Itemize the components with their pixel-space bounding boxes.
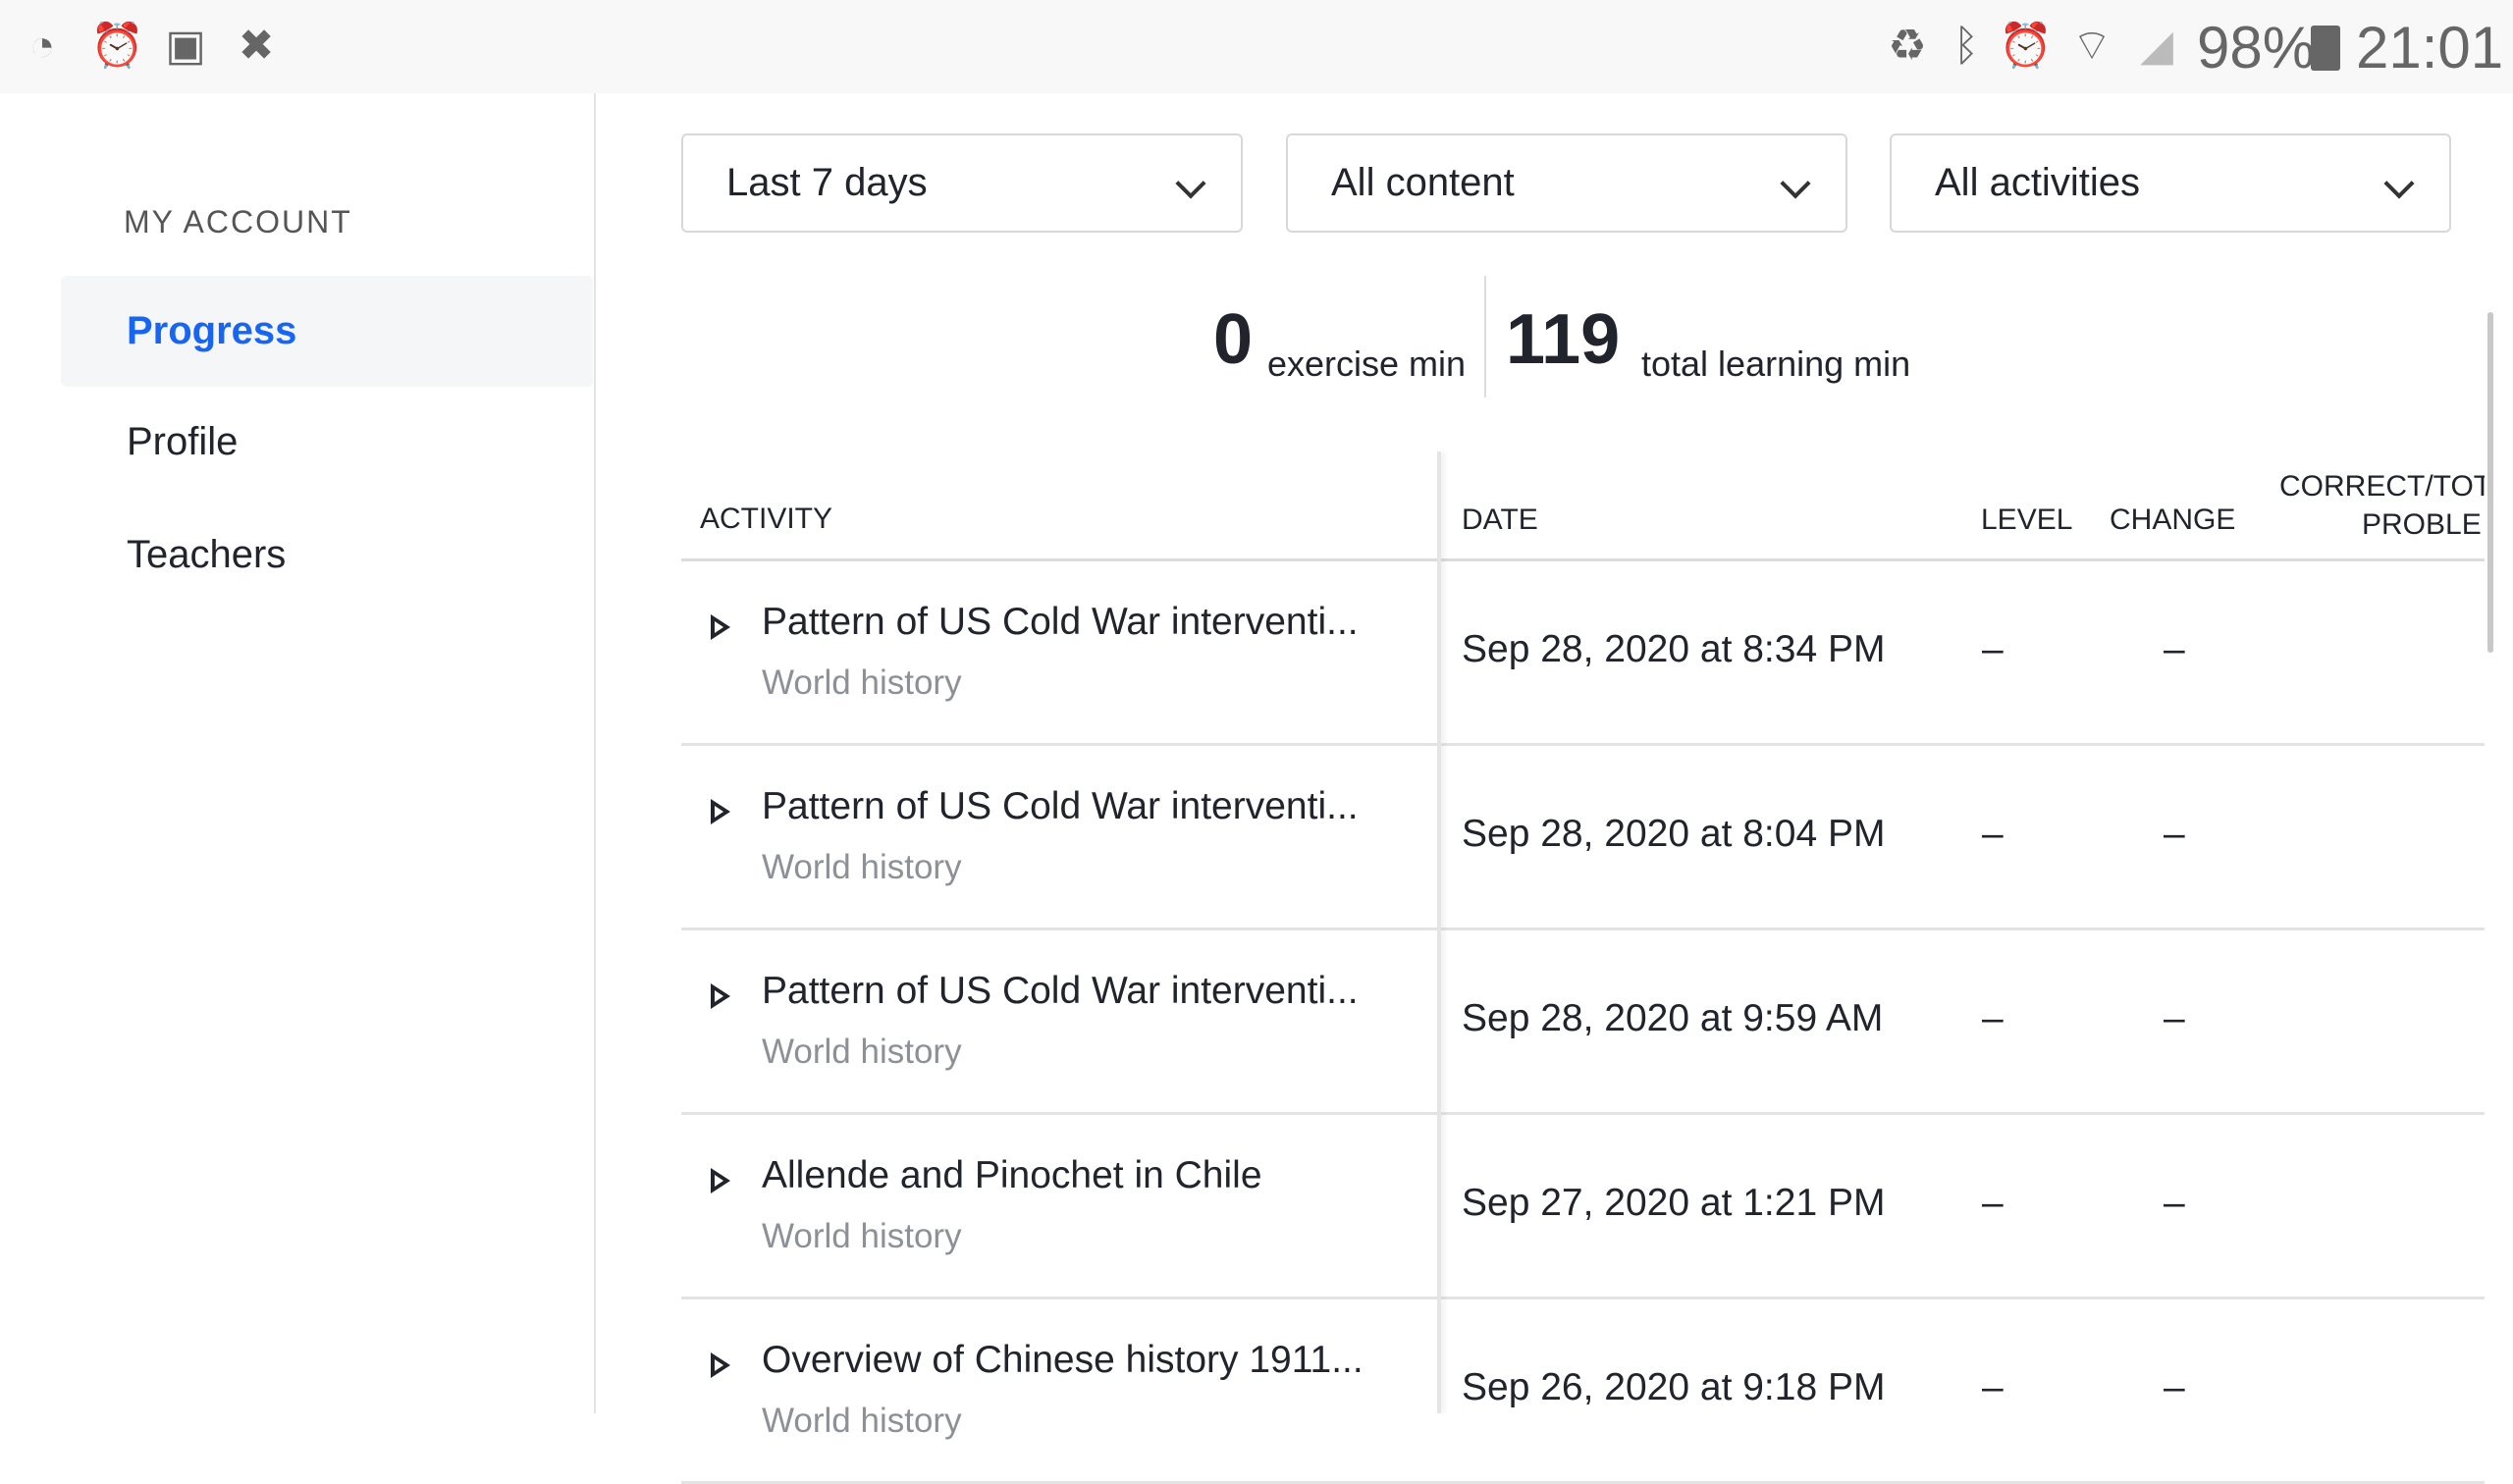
activity-title[interactable]: Allende and Pinochet in Chile [762,1154,1429,1197]
signal-icon: ◢ [2140,22,2173,70]
table-row[interactable]: Pattern of US Cold War interventi... Wor… [681,930,2485,1115]
recycle-icon: ♻ [1888,22,1927,70]
wifi-icon: ⌔ [2071,22,2112,70]
battery-percent: 98% [2197,15,2316,80]
activity-change: – [2164,1366,2185,1408]
status-bar: ◔ ⏰ ▣ ✖ ♻ ᛒ ⏰ ⌔ ◢ 98% 21:01 [0,0,2513,93]
total-minutes-value: 119 [1506,300,1621,379]
sidebar-item-teachers[interactable]: Teachers [61,500,593,610]
sidebar-heading: MY ACCOUNT [124,204,352,239]
sidebar-item-progress[interactable]: Progress [61,276,593,387]
activity-level: – [1982,1366,2004,1408]
clock: 21:01 [2356,15,2504,80]
activity-title[interactable]: Pattern of US Cold War interventi... [762,785,1429,828]
date-range-dropdown[interactable]: Last 7 days [681,133,1243,233]
activity-subject: World history [762,1402,962,1440]
table-row[interactable]: Overview of Chinese history 1911... Worl… [681,1299,2485,1484]
activity-change: – [2164,628,2185,670]
exercise-minutes-label: exercise min [1267,344,1467,384]
activity-date: Sep 28, 2020 at 9:59 AM [1462,997,1884,1039]
activity-change: – [2164,997,2185,1039]
activity-type-dropdown[interactable]: All activities [1890,133,2451,233]
sidebar-item-profile[interactable]: Profile [61,387,593,498]
activity-level: – [1982,628,2004,670]
table-row[interactable]: Allende and Pinochet in Chile World hist… [681,1115,2485,1299]
dropdown-value: All activities [1935,161,2140,204]
activity-title[interactable]: Overview of Chinese history 1911... [762,1339,1429,1382]
expand-play-icon[interactable] [711,1352,730,1378]
activity-change: – [2164,813,2185,855]
expand-play-icon[interactable] [711,1168,730,1193]
activity-level: – [1982,813,2004,855]
activity-title[interactable]: Pattern of US Cold War interventi... [762,970,1429,1013]
image-icon: ▣ [165,22,206,70]
activity-date: Sep 26, 2020 at 9:18 PM [1462,1366,1886,1408]
header-level: LEVEL [1981,504,2073,536]
activity-date: Sep 27, 2020 at 1:21 PM [1462,1182,1886,1224]
activity-level: – [1982,1182,2004,1224]
dropdown-value: All content [1331,161,1515,204]
header-change: CHANGE [2110,504,2236,536]
content-dropdown[interactable]: All content [1286,133,1847,233]
activity-subject: World history [762,1033,962,1071]
column-divider [1437,451,1441,1413]
alarm-icon: ⏰ [90,22,144,70]
expand-play-icon[interactable] [711,614,730,640]
activity-subject: World history [762,663,962,702]
header-correct-line2: PROBLE [2362,508,2482,541]
total-minutes-label: total learning min [1641,344,1911,384]
table-row[interactable]: Pattern of US Cold War interventi... Wor… [681,561,2485,746]
file-x-icon: ✖ [238,22,275,70]
activity-title[interactable]: Pattern of US Cold War interventi... [762,601,1429,644]
alarm-icon: ⏰ [1999,22,2053,70]
expand-play-icon[interactable] [711,799,730,824]
table-row[interactable]: Pattern of US Cold War interventi... Wor… [681,746,2485,930]
chevron-down-icon [1175,168,1206,199]
activity-date: Sep 28, 2020 at 8:34 PM [1462,628,1886,670]
stats-divider [1484,276,1486,398]
exercise-minutes-value: 0 [1213,300,1254,379]
activity-date: Sep 28, 2020 at 8:04 PM [1462,813,1886,855]
chevron-down-icon [2383,168,2415,199]
activity-subject: World history [762,1217,962,1255]
bluetooth-icon: ᛒ [1952,22,1980,70]
chevron-down-icon [1780,168,1811,199]
speedometer-icon: ◔ [28,22,56,70]
header-date: DATE [1462,504,1538,536]
activity-level: – [1982,997,2004,1039]
header-activity: ACTIVITY [700,503,833,535]
scrollbar[interactable] [2487,312,2493,653]
header-correct-line1: CORRECT/TOT [2279,470,2485,503]
expand-play-icon[interactable] [711,983,730,1009]
activity-subject: World history [762,848,962,886]
activity-change: – [2164,1182,2185,1224]
dropdown-value: Last 7 days [726,161,928,204]
header-correct-total: CORRECT/TOT PROBLE [2258,467,2485,544]
battery-icon [2311,26,2340,71]
